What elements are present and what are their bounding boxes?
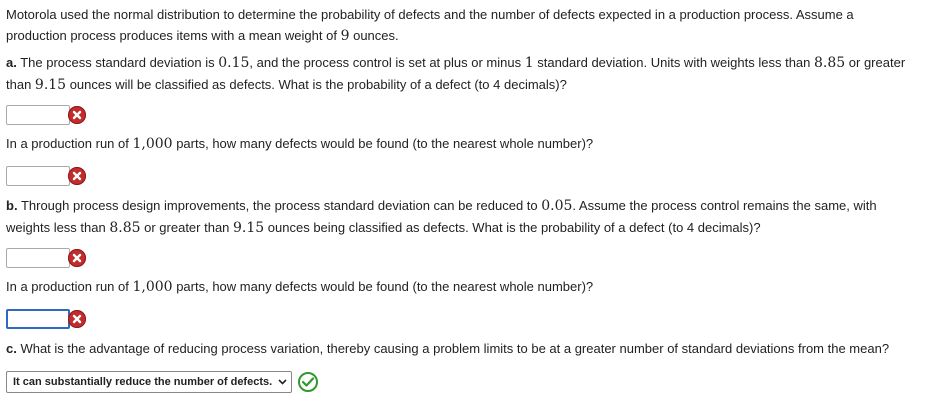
part-b-question: b. Through process design improvements, …	[6, 195, 941, 239]
part-b-line-1: b. Through process design improvements, …	[6, 195, 941, 217]
production-run-value: 1,000	[132, 279, 173, 295]
intro-paragraph: Motorola used the normal distribution to…	[6, 4, 941, 47]
part-a-defects-question: In a production run of 1,000 parts, how …	[6, 133, 941, 155]
text: The process standard deviation is	[16, 55, 219, 70]
part-a-line-2: than 9.15 ounces will be classified as d…	[6, 74, 941, 96]
incorrect-x-icon	[68, 249, 86, 267]
text: or greater than	[140, 220, 234, 235]
answer-input-a1[interactable]	[6, 105, 70, 125]
text: weights less than	[6, 220, 110, 235]
part-a-question: a. The process standard deviation is 0.1…	[6, 52, 941, 96]
text: than	[6, 77, 35, 92]
upper-limit-value: 9.15	[233, 220, 265, 236]
advantage-dropdown[interactable]: It can substantially reduce the number o…	[6, 371, 293, 393]
dropdown-selected-value: It can substantially reduce the number o…	[13, 376, 273, 388]
std-dev-value: 0.15	[218, 55, 250, 71]
answer-input-b2[interactable]	[6, 309, 70, 329]
text: In a production run of	[6, 136, 133, 151]
text: , and the process control is set at plus…	[249, 55, 525, 70]
reduced-std-dev-value: 0.05	[541, 198, 573, 214]
text: Through process design improvements, the…	[17, 198, 542, 213]
answer-row-c: It can substantially reduce the number o…	[6, 370, 319, 394]
production-run-value: 1,000	[132, 136, 173, 152]
control-sd-value: 1	[524, 55, 534, 71]
part-c-label: c.	[6, 341, 17, 356]
intro-line-2: production process produces items with a…	[6, 25, 941, 47]
text: ounces will be classified as defects. Wh…	[66, 77, 567, 92]
part-a-label: a.	[6, 55, 17, 70]
part-b-defects-question: In a production run of 1,000 parts, how …	[6, 276, 941, 298]
text: ounces being classified as defects. What…	[264, 220, 761, 235]
part-b-q2-line: In a production run of 1,000 parts, how …	[6, 276, 941, 298]
answer-row-a1	[6, 103, 86, 127]
answer-row-b1	[6, 246, 86, 270]
answer-input-a2[interactable]	[6, 166, 70, 186]
incorrect-x-icon	[68, 167, 86, 185]
chevron-down-icon	[278, 377, 287, 387]
answer-input-b1[interactable]	[6, 248, 70, 268]
text: In a production run of	[6, 279, 133, 294]
answer-row-a2	[6, 164, 86, 188]
intro-text: production process produces items with a…	[6, 28, 341, 43]
incorrect-x-icon	[68, 310, 86, 328]
part-c-line: c. What is the advantage of reducing pro…	[6, 338, 941, 359]
part-a-line-1: a. The process standard deviation is 0.1…	[6, 52, 941, 74]
text: What is the advantage of reducing proces…	[16, 341, 890, 356]
lower-limit-value: 8.85	[814, 55, 846, 71]
part-a-q2-line: In a production run of 1,000 parts, how …	[6, 133, 941, 155]
text: standard deviation. Units with weights l…	[533, 55, 814, 70]
lower-limit-value: 8.85	[109, 220, 141, 236]
intro-text-end: ounces.	[349, 28, 399, 43]
text: . Assume the process control remains the…	[572, 198, 877, 213]
text: parts, how many defects would be found (…	[172, 136, 594, 151]
answer-row-b2	[6, 307, 86, 331]
text: or greater	[845, 55, 906, 70]
correct-check-icon	[298, 372, 319, 392]
part-b-label: b.	[6, 198, 18, 213]
incorrect-x-icon	[68, 106, 86, 124]
part-b-line-2: weights less than 8.85 or greater than 9…	[6, 217, 941, 239]
text: parts, how many defects would be found (…	[172, 279, 594, 294]
part-c-question: c. What is the advantage of reducing pro…	[6, 338, 941, 359]
upper-limit-value: 9.15	[34, 77, 67, 93]
intro-line-1: Motorola used the normal distribution to…	[6, 7, 854, 22]
